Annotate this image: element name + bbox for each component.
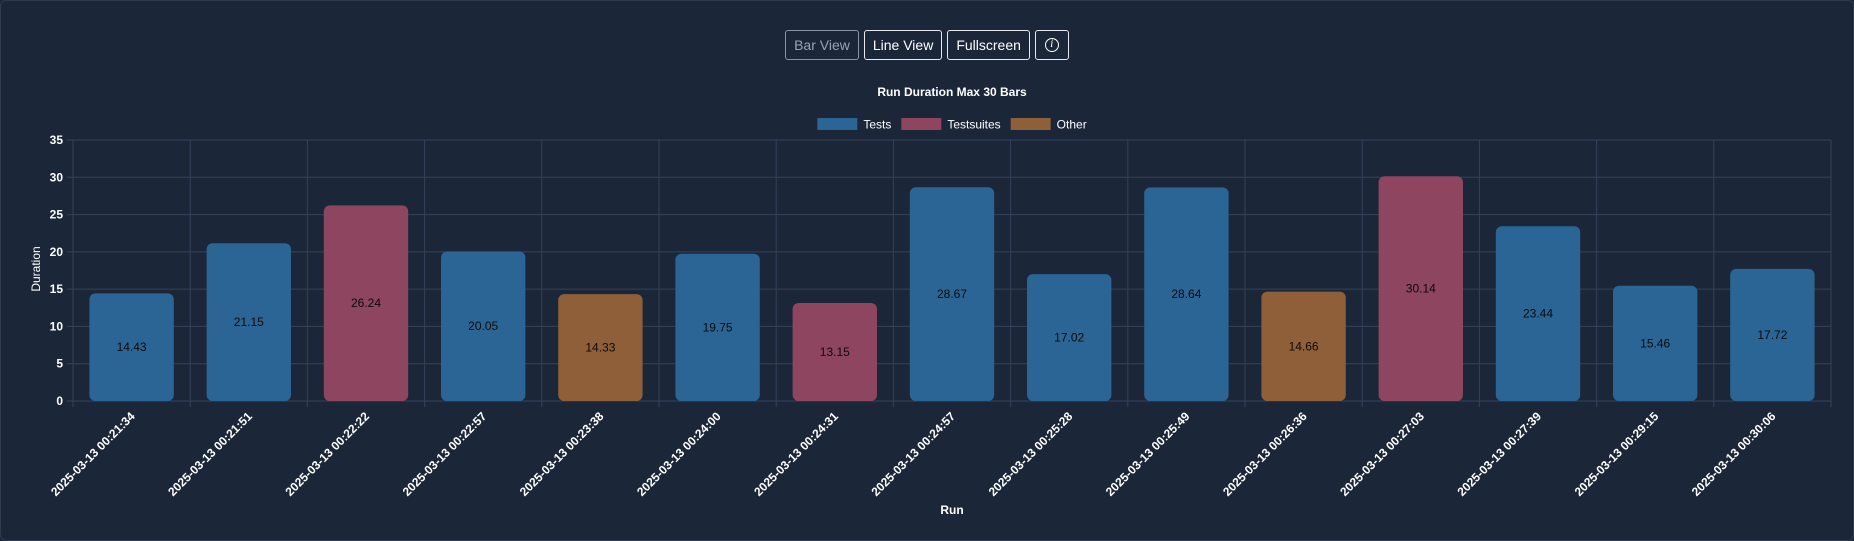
legend-label: Testsuites xyxy=(947,118,1000,132)
data-label: 14.43 xyxy=(117,340,147,354)
legend-swatch-other xyxy=(1010,118,1051,130)
x-tick-label: 2025-03-13 00:22:57 xyxy=(400,409,490,499)
chart-title: Run Duration Max 30 Bars xyxy=(877,85,1027,99)
data-label: 17.02 xyxy=(1054,331,1084,345)
data-label: 28.67 xyxy=(937,287,967,301)
x-tick-label: 2025-03-13 00:30:06 xyxy=(1689,409,1779,499)
y-tick-label: 10 xyxy=(50,319,64,333)
y-axis-title: Duration xyxy=(29,246,43,291)
y-tick-label: 15 xyxy=(50,282,64,296)
x-tick-label: 2025-03-13 00:26:36 xyxy=(1220,409,1310,499)
data-label: 17.72 xyxy=(1757,328,1787,342)
y-axis: 0 5 10 15 20 25 30 35 xyxy=(50,133,64,408)
legend-label: Other xyxy=(1057,118,1087,132)
data-label: 26.24 xyxy=(351,296,381,310)
bars: 14.43 21.15 26.24 20.05 14.33 19.75 13.15 28.67… xyxy=(89,176,1815,401)
x-tick-label: 2025-03-13 00:25:28 xyxy=(986,409,1076,499)
data-label: 14.33 xyxy=(585,341,615,355)
y-tick-label: 0 xyxy=(56,394,63,408)
x-tick-label: 2025-03-13 00:21:51 xyxy=(165,409,255,499)
x-tick-label: 2025-03-13 00:25:49 xyxy=(1103,409,1193,499)
data-label: 14.66 xyxy=(1289,339,1319,353)
y-tick-label: 5 xyxy=(56,357,63,371)
chart-legend: Tests Testsuites Other xyxy=(817,118,1087,132)
data-label: 15.46 xyxy=(1640,336,1670,350)
x-tick-label: 2025-03-13 00:24:00 xyxy=(634,409,724,499)
data-label: 19.75 xyxy=(703,320,733,334)
x-tick-label: 2025-03-13 00:21:34 xyxy=(48,409,138,499)
x-tick-label: 2025-03-13 00:23:38 xyxy=(517,409,607,499)
y-tick-label: 25 xyxy=(50,208,64,222)
bar-chart: Run Duration Max 30 Bars Tests Testsuites… xyxy=(29,85,1832,517)
legend-label: Tests xyxy=(863,118,891,132)
x-tick-label: 2025-03-13 00:29:15 xyxy=(1572,409,1662,499)
legend-swatch-tests xyxy=(817,118,858,130)
x-tick-label: 2025-03-13 00:24:57 xyxy=(868,409,958,499)
x-tick-label: 2025-03-13 00:27:03 xyxy=(1337,409,1427,499)
y-tick-label: 20 xyxy=(50,245,64,259)
data-label: 30.14 xyxy=(1406,282,1436,296)
x-tick-label: 2025-03-13 00:27:39 xyxy=(1454,409,1544,499)
data-label: 23.44 xyxy=(1523,307,1553,321)
x-axis-title: Run xyxy=(940,503,963,517)
x-tick-label: 2025-03-13 00:24:31 xyxy=(751,409,841,499)
data-label: 20.05 xyxy=(468,319,498,333)
chart-panel: Bar View Line View Fullscreen i Run Dura… xyxy=(0,0,1854,541)
y-tick-label: 35 xyxy=(50,133,64,147)
data-label: 28.64 xyxy=(1171,287,1201,301)
x-axis: 2025-03-13 00:21:34 2025-03-13 00:21:51 20… xyxy=(48,409,1779,499)
y-tick-label: 30 xyxy=(50,170,64,184)
legend-swatch-testsuites xyxy=(901,118,942,130)
data-label: 21.15 xyxy=(234,315,264,329)
x-tick-label: 2025-03-13 00:22:22 xyxy=(282,409,372,499)
data-label: 13.15 xyxy=(820,345,850,359)
